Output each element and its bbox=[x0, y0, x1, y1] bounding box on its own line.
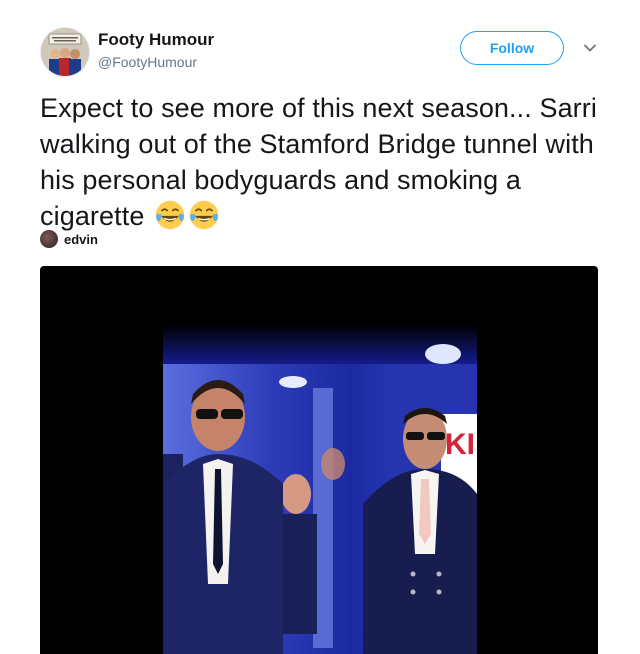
face-with-tears-of-joy-icon bbox=[155, 200, 185, 230]
face-with-tears-of-joy-icon bbox=[189, 200, 219, 230]
author-avatar[interactable] bbox=[40, 27, 90, 77]
follow-button[interactable]: Follow bbox=[460, 31, 564, 65]
author-handle[interactable]: @FootyHumour bbox=[98, 53, 197, 71]
chevron-down-icon[interactable] bbox=[582, 40, 598, 56]
tweet-text-container: Expect to see more of this next season..… bbox=[40, 90, 608, 234]
tagged-user-avatar bbox=[40, 230, 58, 248]
svg-text:KI: KI bbox=[445, 428, 475, 461]
video-frame: KI bbox=[163, 324, 477, 654]
follow-button-label: Follow bbox=[489, 40, 535, 56]
avatar-image bbox=[41, 28, 89, 76]
media-tag[interactable]: edvin bbox=[40, 229, 98, 249]
video-player[interactable]: KI bbox=[40, 266, 598, 654]
author-display-name[interactable]: Footy Humour bbox=[98, 30, 214, 50]
tagged-user-name: edvin bbox=[64, 231, 98, 247]
tweet-text: Expect to see more of this next season..… bbox=[40, 93, 597, 231]
video-still-image: KI bbox=[163, 324, 477, 654]
